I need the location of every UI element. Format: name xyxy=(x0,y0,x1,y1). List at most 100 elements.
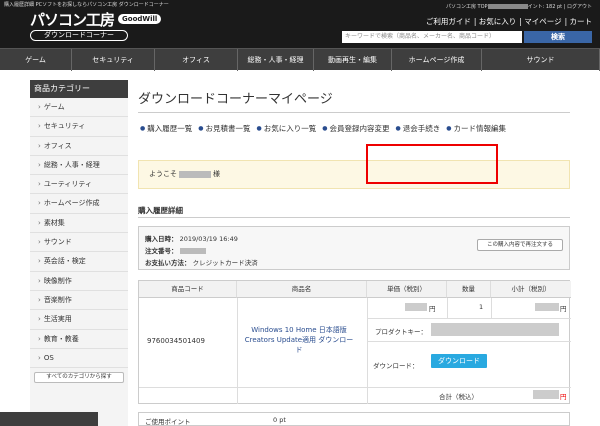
logout-link[interactable]: | ログアウト xyxy=(564,4,592,10)
download-button[interactable]: ダウンロード xyxy=(431,354,487,368)
tagline: 購入履歴詳細 PCソフトをお探しならパソコン工房 ダウンロードコーナー xyxy=(4,2,169,8)
top-links: ご利用ガイド | お気に入り | マイページ | カート xyxy=(423,16,592,27)
order-info: 購入日時： 2019/03/19 16:49 注文番号： お支払い方法： クレジ… xyxy=(138,226,570,270)
nav-item[interactable]: ゲーム xyxy=(0,49,72,71)
sidebar-item[interactable]: セキュリティ xyxy=(30,117,128,137)
col-divider xyxy=(237,298,238,404)
nav-item[interactable]: サウンド xyxy=(482,49,600,71)
price-suffix: 円 xyxy=(429,305,436,313)
order-date: 2019/03/19 16:49 xyxy=(179,235,238,243)
favorites-link[interactable]: | お気に入り xyxy=(474,17,516,26)
row-divider xyxy=(139,387,571,388)
sidebar-item[interactable]: 素材集 xyxy=(30,214,128,234)
order-number-label: 注文番号： xyxy=(145,247,178,255)
category-nav: ゲーム セキュリティ オフィス 総務・人事・経理 動画再生・編集 ホームページ作成 サウンド xyxy=(0,48,600,71)
sidebar-item[interactable]: OS xyxy=(30,349,128,369)
col-header-qty: 数量 xyxy=(447,281,491,298)
logo-badge: GoodWill xyxy=(118,14,162,24)
withdraw-link[interactable]: 退会手続き xyxy=(396,123,441,135)
redacted-username xyxy=(487,4,528,9)
col-divider xyxy=(491,298,492,318)
redacted-name xyxy=(179,170,211,178)
header: 購入履歴詳細 PCソフトをお探しならパソコン工房 ダウンロードコーナー パソコン… xyxy=(0,0,600,48)
purchase-history-link[interactable]: 購入履歴一覧 xyxy=(140,123,192,135)
payment-method: クレジットカード決済 xyxy=(192,259,258,267)
sidebar-item[interactable]: 教育・教養 xyxy=(30,330,128,349)
sidebar-item[interactable]: 総務・人事・経理 xyxy=(30,156,128,176)
points-value: 0 pt xyxy=(273,416,286,424)
title-divider xyxy=(138,112,570,113)
row-divider xyxy=(367,318,571,319)
order-number-row: 注文番号： xyxy=(145,245,206,255)
download-highlight-box xyxy=(366,144,498,184)
welcome-suffix: 様 xyxy=(213,170,220,178)
all-categories-button[interactable]: すべてのカテゴリから探す xyxy=(34,372,124,384)
mypage-link[interactable]: | マイページ xyxy=(519,17,561,26)
favorites-list-link[interactable]: お気に入り一覧 xyxy=(257,123,317,135)
order-date-label: 購入日時： xyxy=(145,235,178,243)
col-divider xyxy=(367,298,368,404)
user-info: パソコン工房 TOP イント: 182 pt | ログアウト xyxy=(446,3,592,10)
nav-item[interactable]: オフィス xyxy=(155,49,238,71)
cart-link[interactable]: | カート xyxy=(565,17,592,26)
product-key-label: プロダクトキー： xyxy=(375,328,427,336)
col-header-name: 商品名 xyxy=(237,281,367,298)
card-info-link[interactable]: カード情報編集 xyxy=(446,123,507,135)
redacted-price xyxy=(405,303,427,311)
nav-item[interactable]: 動画再生・編集 xyxy=(314,49,392,71)
redacted-order-number xyxy=(179,248,206,254)
subtotal-suffix: 円 xyxy=(560,305,567,313)
points-label: ご使用ポイント xyxy=(145,418,191,426)
order-date-row: 購入日時： 2019/03/19 16:49 xyxy=(145,233,238,243)
search-button[interactable]: 検索 xyxy=(524,31,592,43)
quotes-link[interactable]: お見積書一覧 xyxy=(198,123,251,135)
sidebar-footer-bar xyxy=(0,412,98,426)
total-label: 合計（税込） xyxy=(439,393,478,401)
nav-item[interactable]: 総務・人事・経理 xyxy=(238,49,314,71)
sidebar-item[interactable]: サウンド xyxy=(30,233,128,253)
col-header-subtotal: 小計（税別） xyxy=(491,281,571,298)
page-title: ダウンロードコーナーマイページ xyxy=(138,92,333,107)
product-name-link[interactable]: Windows 10 Home 日本語版 Creators Update適用 ダ… xyxy=(243,325,355,355)
guide-link[interactable]: ご利用ガイド xyxy=(426,17,471,26)
redacted-total xyxy=(533,390,559,399)
member-info-link[interactable]: 会員登録内容変更 xyxy=(322,123,390,135)
redacted-subtotal xyxy=(535,303,559,311)
sidebar: 商品カテゴリー ゲームセキュリティオフィス総務・人事・経理ユーティリティホームペ… xyxy=(30,80,128,426)
sidebar-item[interactable]: オフィス xyxy=(30,137,128,156)
search-input[interactable]: キーワードで検索（商品名、メーカー名、商品コード） xyxy=(342,31,522,43)
sidebar-item[interactable]: 生活実用 xyxy=(30,310,128,330)
redacted-product-key xyxy=(431,323,559,336)
sidebar-item[interactable]: ホームページ作成 xyxy=(30,194,128,214)
quantity: 1 xyxy=(479,303,484,311)
points-row: ご使用ポイント 0 pt xyxy=(138,412,570,426)
col-header-price: 単価（税別） xyxy=(367,281,447,298)
logo-subtitle[interactable]: ダウンロードコーナー xyxy=(30,30,128,41)
row-divider xyxy=(367,341,571,342)
section-divider xyxy=(138,217,570,218)
sidebar-item[interactable]: 音楽制作 xyxy=(30,291,128,311)
user-prefix: パソコン工房 TOP xyxy=(445,4,488,10)
col-header-code: 商品コード xyxy=(139,281,237,298)
logo[interactable]: パソコン工房 GoodWill xyxy=(30,10,162,29)
download-label: ダウンロード： xyxy=(373,362,419,370)
sidebar-item[interactable]: 英会話・検定 xyxy=(30,252,128,272)
mypage-links: 購入履歴一覧お見積書一覧お気に入り一覧会員登録内容変更退会手続きカード情報編集 xyxy=(140,123,560,135)
payment-row: お支払い方法： クレジットカード決済 xyxy=(145,257,258,267)
user-points: イント: 182 pt xyxy=(527,4,563,10)
nav-item[interactable]: ホームページ作成 xyxy=(392,49,482,71)
logo-text: パソコン工房 xyxy=(30,10,115,29)
sidebar-heading: 商品カテゴリー xyxy=(30,80,128,98)
welcome-prefix: ようこそ xyxy=(149,170,177,178)
payment-label: お支払い方法： xyxy=(145,259,191,267)
total-suffix: 円 xyxy=(560,393,567,401)
sidebar-item[interactable]: ゲーム xyxy=(30,98,128,118)
col-divider xyxy=(447,298,448,318)
welcome-box: ようこそ 様 xyxy=(138,160,570,189)
sidebar-item[interactable]: ユーティリティ xyxy=(30,175,128,195)
reorder-button[interactable]: この購入内容で再注文する xyxy=(477,239,563,251)
nav-item[interactable]: セキュリティ xyxy=(72,49,155,71)
sidebar-item[interactable]: 映像制作 xyxy=(30,272,128,291)
order-items-table: 商品コード 商品名 単価（税別） 数量 小計（税別） 9760034501409… xyxy=(138,280,571,404)
section-title: 購入履歴詳細 xyxy=(138,206,183,215)
